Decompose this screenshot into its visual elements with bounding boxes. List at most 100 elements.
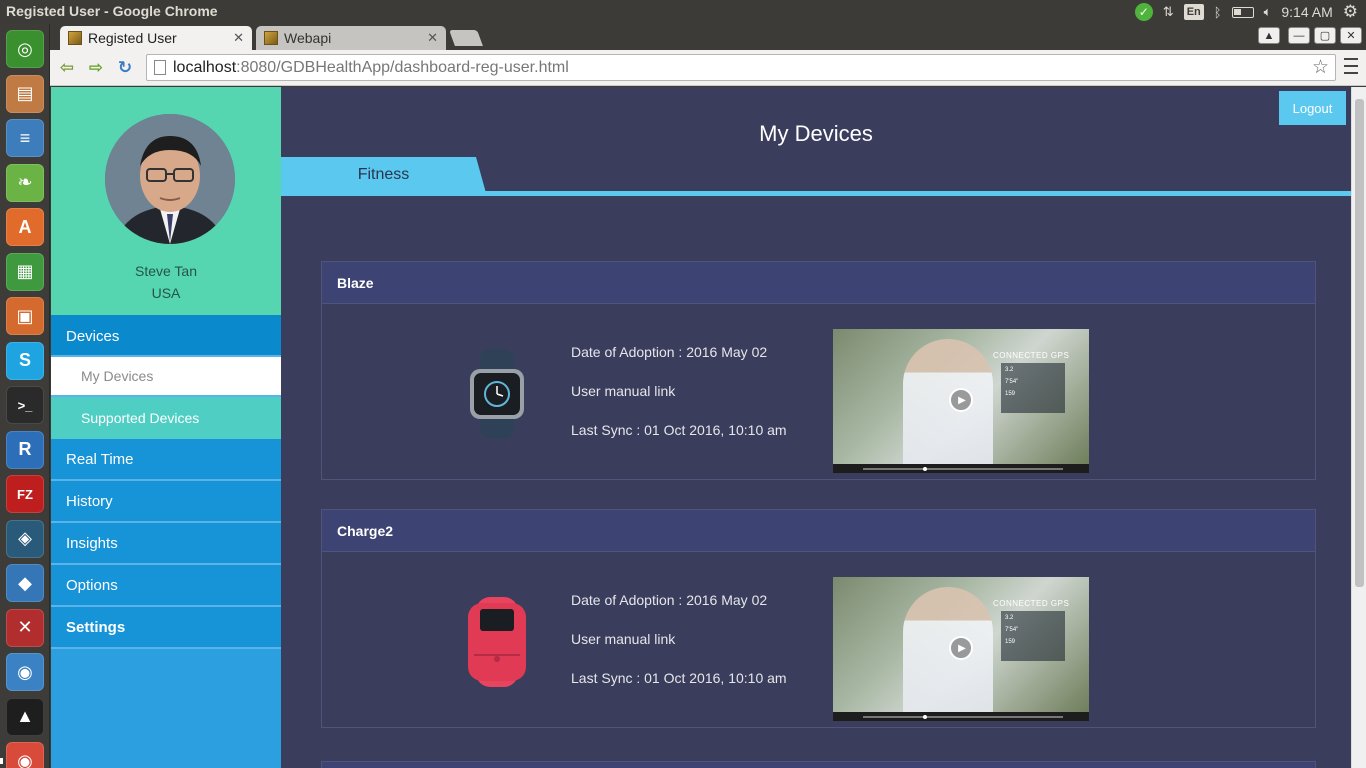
- bookmark-star-icon[interactable]: ☆: [1312, 56, 1329, 79]
- network-arrows-icon[interactable]: ⇅: [1163, 0, 1174, 24]
- profile-panel: Steve Tan USA: [51, 87, 281, 315]
- video-stats-overlay: 3.2 7'54" 159: [1001, 363, 1065, 413]
- user-name: Steve Tan: [134, 263, 197, 279]
- mysql-workbench-icon[interactable]: ◈: [6, 519, 44, 558]
- video-stats-overlay: 3.2 7'54" 159: [1001, 611, 1065, 661]
- close-icon[interactable]: ✕: [233, 30, 244, 46]
- last-sync: Last Sync : 01 Oct 2016, 10:10 am: [571, 422, 787, 438]
- video-brand: CONNECTED GPS: [993, 599, 1070, 608]
- r-icon[interactable]: R: [6, 430, 44, 469]
- page-title: My Devices: [759, 121, 873, 146]
- charge2-tracker-image: [468, 597, 526, 687]
- video-stat: 159: [1005, 391, 1016, 397]
- tab-title: Webapi: [284, 30, 332, 46]
- video-controls[interactable]: [833, 712, 1089, 721]
- video-stat: 3.2: [1005, 367, 1014, 373]
- maximize-icon[interactable]: ▢: [1314, 27, 1336, 44]
- window-close-icon[interactable]: ✕: [1340, 27, 1362, 44]
- battery-icon[interactable]: [1231, 0, 1254, 24]
- user-country: USA: [151, 285, 181, 301]
- sidebar-item-real-time[interactable]: Real Time: [51, 439, 281, 481]
- writer-icon[interactable]: ≡: [6, 119, 44, 157]
- avatar: [105, 114, 235, 244]
- play-icon[interactable]: ▶: [949, 388, 973, 412]
- user-manual-link[interactable]: User manual link: [571, 631, 787, 670]
- sidebar-item-insights[interactable]: Insights: [51, 523, 281, 565]
- chromium-icon[interactable]: ◉: [6, 653, 44, 691]
- device-info: Date of Adoption : 2016 May 02 User manu…: [571, 344, 787, 461]
- tab-webapi[interactable]: Webapi ✕: [256, 26, 446, 50]
- volume-icon[interactable]: 🔈︎: [1264, 0, 1272, 24]
- video-progress-bar[interactable]: [863, 715, 1063, 719]
- play-icon[interactable]: ▶: [949, 636, 973, 660]
- app-red-icon[interactable]: ✕: [6, 608, 44, 647]
- clock[interactable]: 9:14 AM: [1281, 0, 1332, 24]
- device-video[interactable]: CONNECTED GPS 3.2 7'54" 159 ▶: [833, 577, 1089, 721]
- device-card-blaze: Blaze Date of Adoption : 2016 May 02 Use…: [321, 261, 1316, 480]
- close-icon[interactable]: ✕: [427, 30, 438, 46]
- video-stat: 3.2: [1005, 615, 1014, 621]
- video-brand: CONNECTED GPS: [993, 351, 1070, 360]
- url-path: :8080/GDBHealthApp/dashboard-reg-user.ht…: [236, 58, 569, 76]
- main-content: Logout My Devices Fitness Blaze Date of …: [281, 87, 1366, 768]
- tab-fitness[interactable]: Fitness: [281, 157, 486, 193]
- new-tab-button[interactable]: [449, 30, 483, 46]
- device-card-charge2: Charge2 Date of Adoption : 2016 May 02 U…: [321, 509, 1316, 728]
- chrome-menu-icon[interactable]: [1344, 58, 1358, 74]
- check-icon[interactable]: ✓: [1134, 3, 1153, 21]
- sidebar-item-devices[interactable]: Devices: [51, 315, 281, 357]
- sidebar-item-history[interactable]: History: [51, 481, 281, 523]
- launcher: ◎ ▤ ≡ ❧ A ▦ ▣ S >_ R FZ ◈ ◆ ✕ ◉ ▲ ◉: [0, 24, 50, 768]
- bluetooth-icon[interactable]: ᛒ: [1214, 0, 1222, 24]
- language-indicator[interactable]: En: [1183, 4, 1204, 20]
- sidebar-item-options[interactable]: Options: [51, 565, 281, 607]
- gear-icon[interactable]: ⚙: [1343, 0, 1358, 24]
- sidebar-item-my-devices[interactable]: My Devices: [51, 355, 281, 397]
- favicon-icon: [264, 31, 278, 45]
- video-stat: 159: [1005, 639, 1016, 645]
- virtualbox-icon[interactable]: ◆: [6, 564, 44, 602]
- minimize-icon[interactable]: —: [1288, 27, 1310, 44]
- video-controls[interactable]: [833, 464, 1089, 473]
- indicator-area: ✓ ⇅ En ᛒ 🔈︎ 9:14 AM ⚙: [1134, 0, 1358, 24]
- software-center-icon[interactable]: A: [6, 208, 44, 246]
- address-bar[interactable]: localhost:8080/GDBHealthApp/dashboard-re…: [146, 54, 1336, 81]
- impress-icon[interactable]: ▣: [6, 297, 44, 335]
- system-top-panel: Registed User - Google Chrome ✓ ⇅ En ᛒ 🔈…: [0, 0, 1366, 24]
- video-stat: 7'54": [1005, 627, 1019, 633]
- device-video[interactable]: CONNECTED GPS 3.2 7'54" 159 ▶: [833, 329, 1089, 473]
- video-progress-bar[interactable]: [863, 467, 1063, 471]
- adoption-date: Date of Adoption : 2016 May 02: [571, 344, 768, 360]
- chrome-icon[interactable]: ◉: [6, 742, 44, 768]
- scrollbar-thumb[interactable]: [1355, 99, 1364, 587]
- device-name: Charge2: [322, 510, 1315, 552]
- ubuntu-dash-icon[interactable]: ◎: [6, 30, 44, 68]
- device-header-partial: [322, 762, 1315, 768]
- device-info: Date of Adoption : 2016 May 02 User manu…: [571, 592, 787, 709]
- window-title: Registed User - Google Chrome: [6, 3, 218, 19]
- sidebar: Steve Tan USA Devices My Devices Support…: [51, 87, 281, 768]
- video-person: [903, 587, 993, 721]
- forward-icon[interactable]: ⇨: [85, 57, 107, 79]
- browser-toolbar: ⇦ ⇨ ↻ localhost:8080/GDBHealthApp/dashbo…: [50, 50, 1366, 86]
- user-manual-link[interactable]: User manual link: [571, 383, 787, 422]
- calc-icon[interactable]: ▦: [6, 252, 44, 291]
- back-icon[interactable]: ⇦: [56, 57, 78, 79]
- profile-icon[interactable]: ▲: [1258, 27, 1280, 44]
- tab-title: Registed User: [88, 30, 177, 46]
- url-host: localhost: [173, 58, 237, 76]
- inkscape-icon[interactable]: ▲: [6, 697, 44, 736]
- tab-registed-user[interactable]: Registed User ✕: [60, 26, 252, 50]
- sidebar-item-settings[interactable]: Settings: [51, 607, 281, 649]
- reload-icon[interactable]: ↻: [114, 57, 136, 79]
- sidebar-item-supported-devices[interactable]: Supported Devices: [51, 397, 281, 439]
- skype-icon[interactable]: S: [6, 341, 44, 380]
- blaze-watch-image: [470, 349, 524, 439]
- terminal-icon[interactable]: >_: [6, 386, 44, 424]
- spring-icon[interactable]: ❧: [6, 163, 44, 202]
- page-scrollbar[interactable]: [1351, 87, 1366, 768]
- favicon-icon: [68, 31, 82, 45]
- logout-button[interactable]: Logout: [1279, 91, 1346, 125]
- filezilla-icon[interactable]: FZ: [6, 475, 44, 513]
- files-icon[interactable]: ▤: [6, 74, 44, 113]
